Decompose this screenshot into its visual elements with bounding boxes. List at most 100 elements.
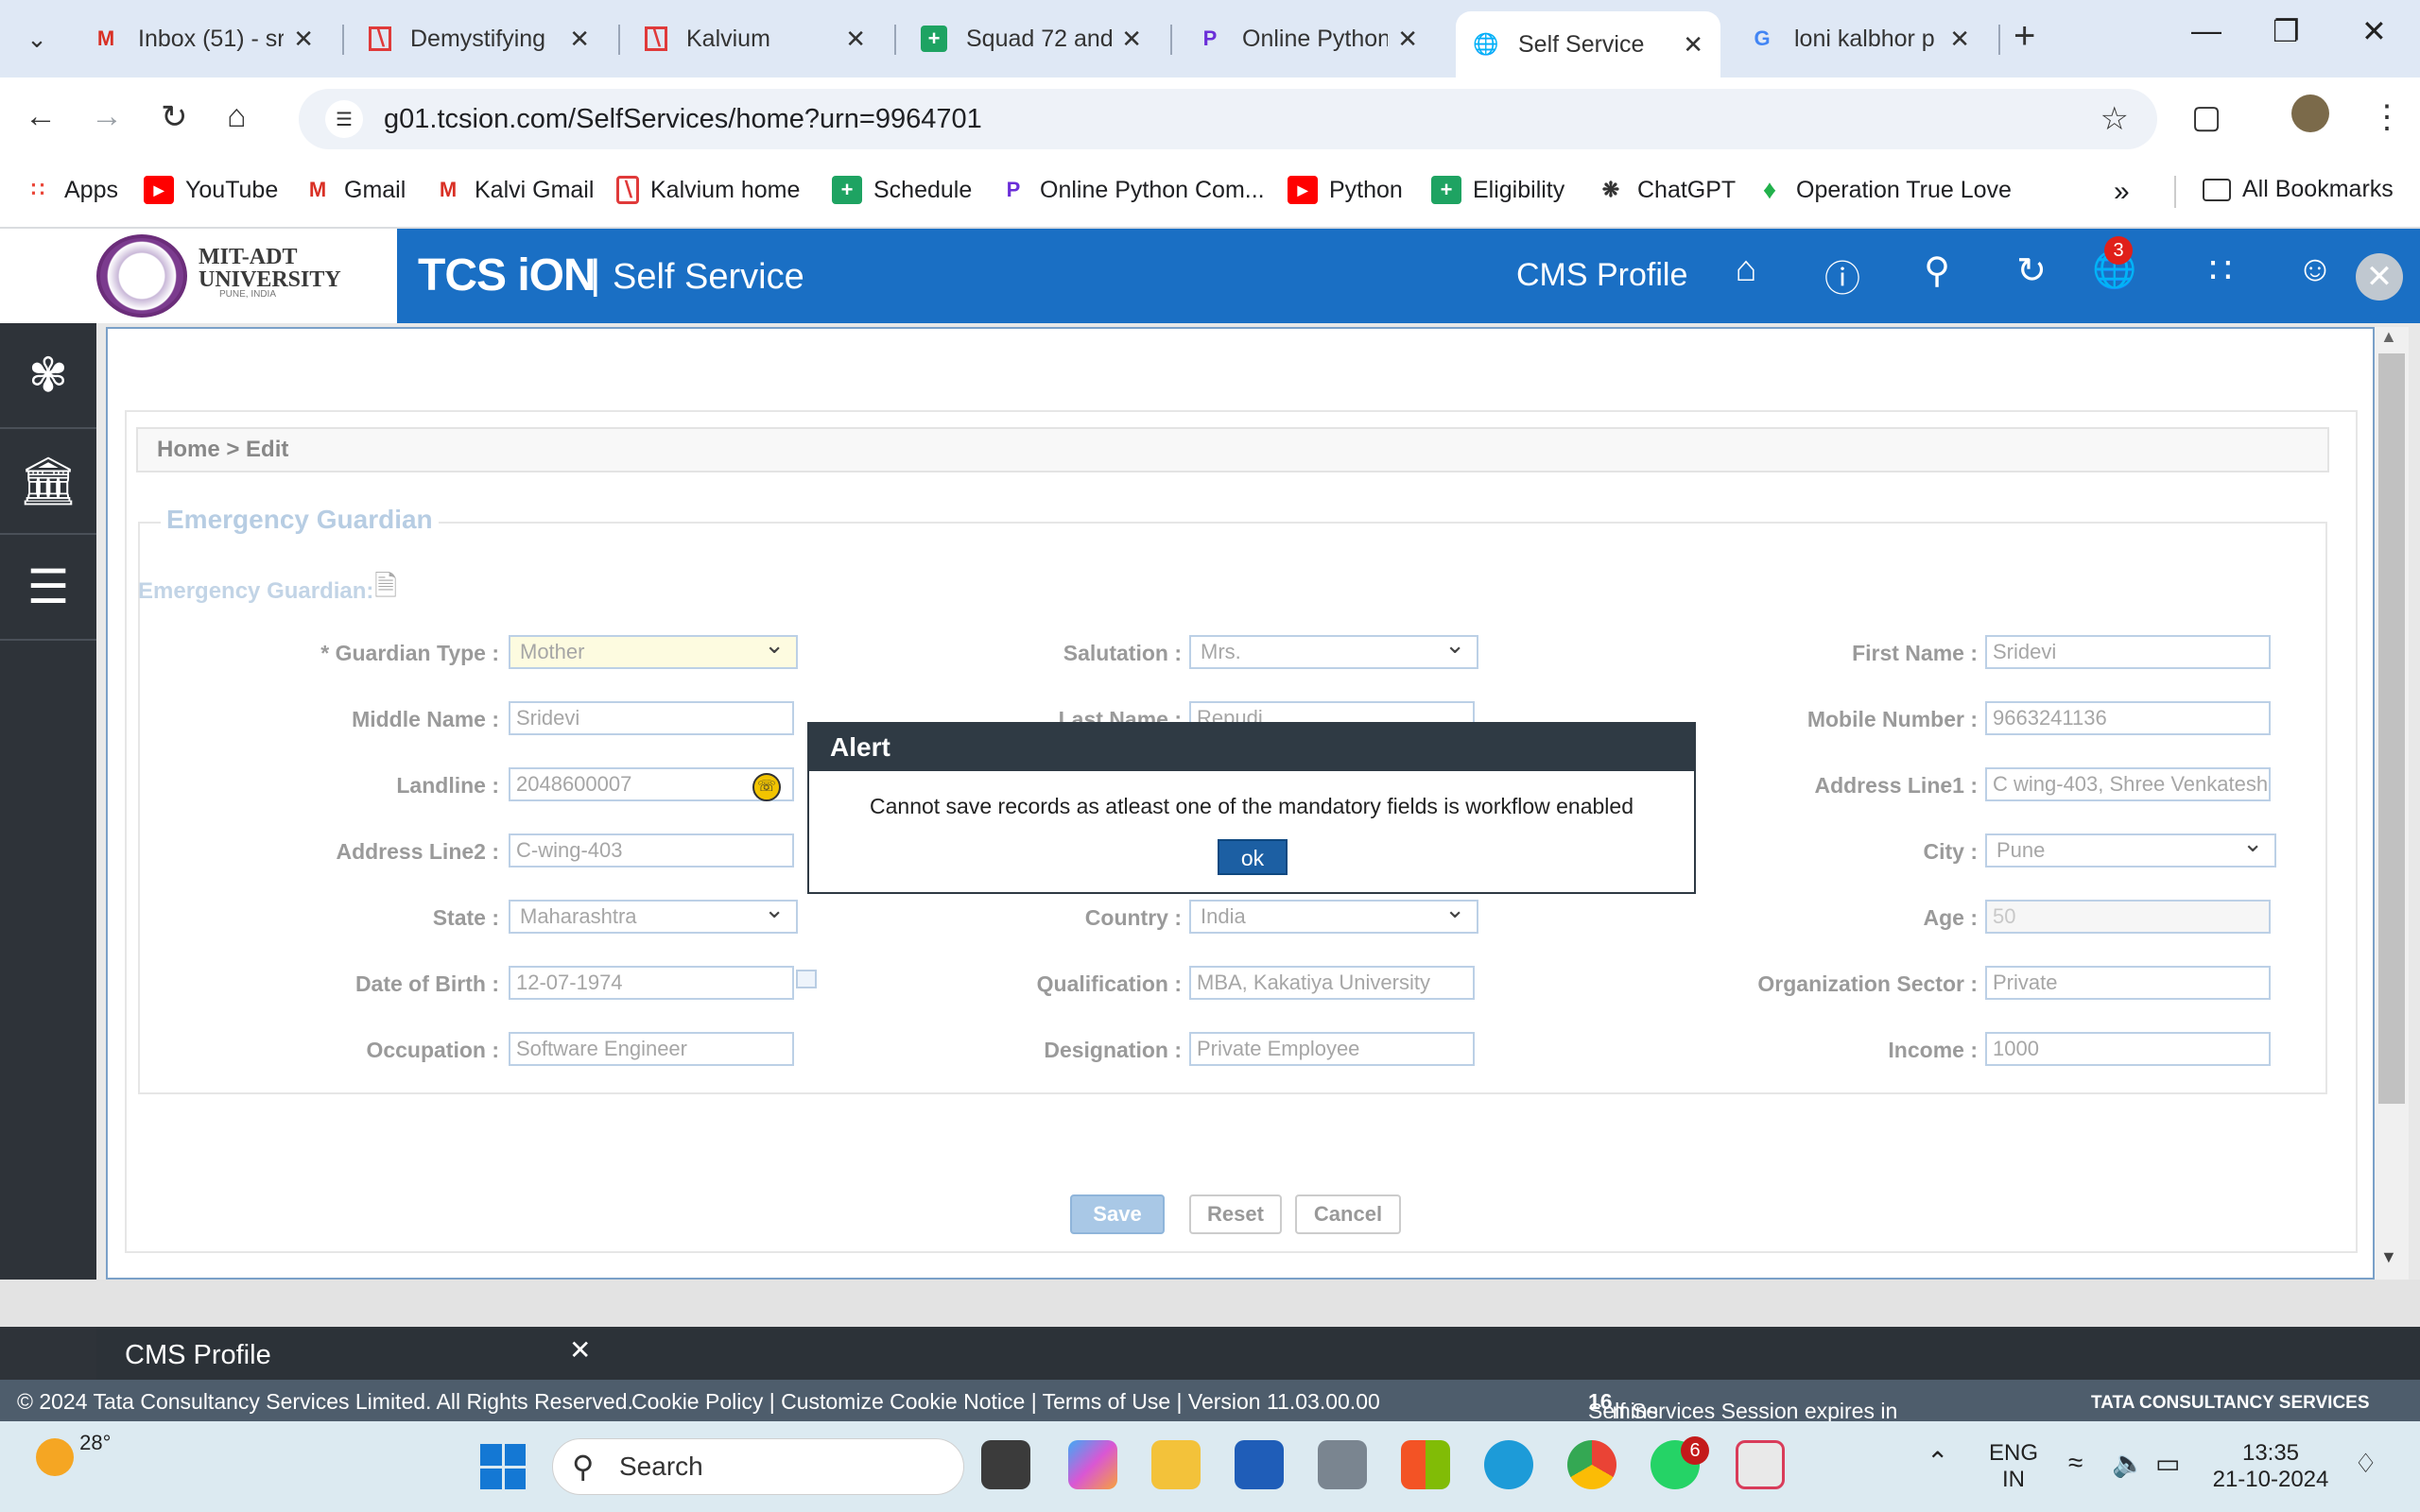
- bookmark-online-python[interactable]: P Online Python Com...: [998, 176, 1265, 204]
- new-tab-icon[interactable]: +: [2014, 15, 2035, 58]
- close-icon[interactable]: ✕: [569, 1334, 591, 1366]
- clock[interactable]: 13:35 21-10-2024: [2204, 1440, 2337, 1493]
- start-windows-icon[interactable]: [480, 1444, 526, 1489]
- university-logo[interactable]: MIT-ADT UNIVERSITY PUNE, INDIA: [0, 229, 397, 323]
- restore-icon[interactable]: ❐: [2273, 13, 2300, 49]
- bookmark-youtube[interactable]: ▶ YouTube: [144, 176, 278, 204]
- taskbar-search[interactable]: ⚲ Search: [552, 1438, 964, 1495]
- sidebar-books-icon[interactable]: ☰: [0, 535, 96, 641]
- more-bookmarks-icon[interactable]: »: [2114, 176, 2130, 208]
- reset-button[interactable]: Reset: [1189, 1194, 1282, 1234]
- bookmark-schedule[interactable]: + Schedule: [832, 176, 972, 204]
- bookmark-star-icon[interactable]: ☆: [2100, 100, 2129, 138]
- save-button[interactable]: Save: [1070, 1194, 1165, 1234]
- close-icon[interactable]: ✕: [2356, 253, 2403, 301]
- menu-dots-icon[interactable]: ⋮: [2371, 98, 2403, 136]
- scroll-up-icon[interactable]: ▲: [2380, 327, 2397, 347]
- sidebar-handshake-icon[interactable]: ✾: [0, 323, 96, 429]
- site-info-icon[interactable]: ☰: [325, 100, 363, 138]
- first-name-field[interactable]: Sridevi: [1985, 635, 2271, 669]
- extensions-icon[interactable]: ▢: [2191, 98, 2221, 136]
- all-bookmarks[interactable]: All Bookmarks: [2203, 176, 2394, 203]
- bookmark-kalvium-home[interactable]: ∖ Kalvium home: [616, 176, 800, 204]
- cms-profile-title[interactable]: CMS Profile: [125, 1340, 271, 1371]
- sidebar-institution-icon[interactable]: 🏛: [0, 429, 96, 535]
- weather-widget[interactable]: 28°: [36, 1431, 111, 1476]
- wifi-icon[interactable]: ≈: [2068, 1448, 2083, 1478]
- organization-sector-field[interactable]: Private: [1985, 966, 2271, 1000]
- url-text[interactable]: g01.tcsion.com/SelfServices/home?urn=996…: [384, 104, 982, 135]
- income-field[interactable]: 1000: [1985, 1032, 2271, 1066]
- landline-field[interactable]: 2048600007: [509, 767, 794, 801]
- edge-icon[interactable]: [1484, 1440, 1533, 1489]
- alert-ok-button[interactable]: ok: [1218, 839, 1288, 875]
- brand-logo[interactable]: TCS iON: [418, 249, 596, 301]
- mobile-number-field[interactable]: 9663241136: [1985, 701, 2271, 735]
- tab-search-chevron-icon[interactable]: ⌄: [13, 17, 60, 60]
- tab-online-python[interactable]: P Online Python ✕: [1180, 11, 1435, 66]
- user-account-icon[interactable]: ☺: [2291, 249, 2339, 290]
- forward-icon[interactable]: →: [91, 98, 123, 135]
- bookmark-gmail[interactable]: M Gmail: [302, 176, 406, 204]
- url-bar[interactable]: ☰ g01.tcsion.com/SelfServices/home?urn=9…: [299, 89, 2157, 149]
- reload-icon[interactable]: ↻: [161, 98, 188, 136]
- bookmark-chatgpt[interactable]: ❋ ChatGPT: [1596, 176, 1736, 204]
- qualification-field[interactable]: MBA, Kakatiya University: [1189, 966, 1475, 1000]
- scrollbar-thumb[interactable]: [2378, 353, 2405, 1104]
- tab-close-icon[interactable]: ✕: [1683, 30, 1703, 60]
- date-of-birth-field[interactable]: 12-07-1974: [509, 966, 794, 1000]
- window-close-icon[interactable]: ✕: [2361, 13, 2387, 49]
- bookmark-kalvi-gmail[interactable]: M Kalvi Gmail: [433, 176, 595, 204]
- scroll-down-icon[interactable]: ▼: [2380, 1247, 2397, 1267]
- help-icon[interactable]: ⓘ: [1819, 249, 1866, 301]
- snipping-tool-icon[interactable]: [1736, 1440, 1785, 1489]
- address-line1-field[interactable]: C wing-403, Shree Venkatesh: [1985, 767, 2271, 801]
- tab-close-icon[interactable]: ✕: [1397, 25, 1418, 54]
- word-icon[interactable]: [1235, 1440, 1284, 1489]
- guardian-type-select[interactable]: Mother: [509, 635, 798, 669]
- tab-google-search[interactable]: G loni kalbhor p ✕: [1732, 11, 1987, 66]
- back-icon[interactable]: ←: [25, 98, 57, 135]
- calculator-icon[interactable]: [1318, 1440, 1367, 1489]
- task-view-icon[interactable]: [981, 1440, 1030, 1489]
- footer-links[interactable]: Cookie Policy | Customize Cookie Notice …: [631, 1389, 1380, 1415]
- tab-demystifying[interactable]: ∖ Demystifying ✕: [352, 11, 607, 66]
- document-edit-icon[interactable]: 🗎: [374, 565, 397, 613]
- state-select[interactable]: Maharashtra: [509, 900, 798, 934]
- battery-icon[interactable]: ▭: [2155, 1448, 2180, 1479]
- language-indicator[interactable]: ENG IN: [1976, 1440, 2051, 1493]
- middle-name-field[interactable]: Sridevi: [509, 701, 794, 735]
- store-icon[interactable]: [1401, 1440, 1450, 1489]
- city-select[interactable]: Pune: [1985, 833, 2276, 868]
- designation-field[interactable]: Private Employee: [1189, 1032, 1475, 1066]
- address-line2-field[interactable]: C-wing-403: [509, 833, 794, 868]
- bookmark-apps[interactable]: ∷ Apps: [23, 176, 118, 204]
- volume-icon[interactable]: 🔈: [2112, 1448, 2145, 1479]
- apps-grid-icon[interactable]: ∷: [2197, 249, 2244, 292]
- profile-avatar[interactable]: [2291, 94, 2329, 132]
- salutation-select[interactable]: Mrs.: [1189, 635, 1478, 669]
- country-select[interactable]: India: [1189, 900, 1478, 934]
- tab-close-icon[interactable]: ✕: [569, 25, 590, 54]
- chrome-icon[interactable]: [1567, 1440, 1616, 1489]
- bookmark-operation-true-love[interactable]: ♦ Operation True Love: [1754, 175, 2012, 204]
- minimize-icon[interactable]: —: [2191, 13, 2221, 48]
- tab-close-icon[interactable]: ✕: [1949, 25, 1970, 54]
- occupation-field[interactable]: Software Engineer: [509, 1032, 794, 1066]
- tab-gmail[interactable]: M Inbox (51) - sr ✕: [76, 11, 331, 66]
- tab-squad[interactable]: + Squad 72 and ✕: [904, 11, 1159, 66]
- tab-kalvium[interactable]: ∖ Kalvium ✕: [628, 11, 883, 66]
- tab-close-icon[interactable]: ✕: [1121, 25, 1142, 54]
- tab-close-icon[interactable]: ✕: [293, 25, 314, 54]
- bookmark-python[interactable]: ▶ Python: [1288, 176, 1403, 204]
- tab-close-icon[interactable]: ✕: [845, 25, 866, 54]
- bookmark-eligibility[interactable]: + Eligibility: [1431, 176, 1564, 204]
- file-explorer-icon[interactable]: [1151, 1440, 1201, 1489]
- cancel-button[interactable]: Cancel: [1295, 1194, 1401, 1234]
- breadcrumb[interactable]: Home > Edit: [136, 427, 2329, 472]
- notifications-bell-icon[interactable]: ♢: [2354, 1448, 2377, 1479]
- home-icon[interactable]: ⌂: [1722, 249, 1770, 290]
- calendar-icon[interactable]: [796, 970, 817, 988]
- home-icon[interactable]: ⌂: [227, 98, 247, 135]
- refresh-icon[interactable]: ↻: [2008, 249, 2055, 292]
